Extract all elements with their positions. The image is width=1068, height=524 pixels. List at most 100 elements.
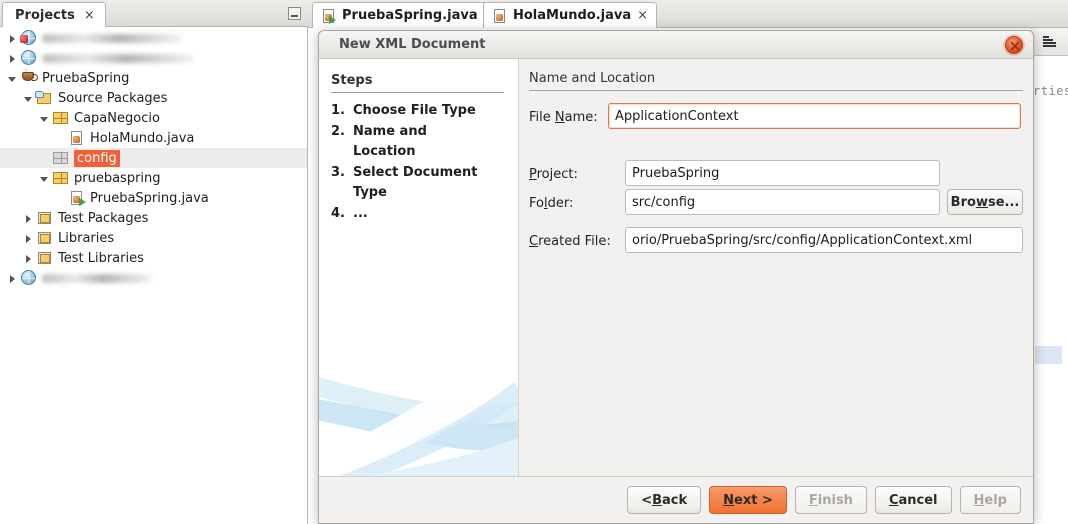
tree-item-hidden[interactable] [0, 268, 307, 288]
form-heading: Name and Location [529, 71, 656, 86]
tree-item-hidden[interactable] [0, 28, 307, 48]
button-mnemonic: B [652, 492, 663, 508]
step-label: Choose File Type [353, 103, 476, 118]
project-input[interactable]: PruebaSpring [625, 160, 940, 186]
editor-tab-holamundo[interactable]: HolaMundo.java × [483, 2, 658, 28]
properties-panel-title: rties [1033, 84, 1068, 98]
file-name-input[interactable]: ApplicationContext [608, 103, 1021, 129]
tree-item-libraries[interactable]: Libraries [0, 228, 307, 248]
created-file-label: Created File: [529, 234, 611, 249]
created-file-value: orio/PruebaSpring/src/config/Application… [632, 232, 973, 248]
chevron-right-icon[interactable] [22, 252, 35, 265]
package-icon [52, 110, 70, 126]
button-suffix: ack [662, 492, 688, 508]
browse-button[interactable]: Bro w se... [947, 189, 1023, 215]
tree-item-config[interactable]: config [0, 148, 307, 168]
chevron-right-icon[interactable] [6, 272, 19, 285]
dialog-button-row: < Back Next > Finish Cancel Help [627, 486, 1021, 514]
help-button: Help [959, 486, 1021, 514]
chevron-right-icon[interactable] [22, 212, 35, 225]
chevron-down-icon[interactable] [22, 92, 35, 105]
tree-item-test-libraries[interactable]: Test Libraries [0, 248, 307, 268]
form-divider [529, 90, 1023, 91]
test-libraries-icon [36, 250, 54, 266]
java-file-icon [491, 8, 507, 24]
tree-item-hidden[interactable] [0, 48, 307, 68]
button-mnemonic: N [723, 492, 735, 508]
dialog-body: Steps 1. Choose File Type 2. Name and Locat… [319, 59, 1033, 476]
globe-icon [20, 270, 38, 286]
editor-tab-pruebaspring[interactable]: PruebaSpring.java × [312, 2, 504, 28]
step-item: 2. Name and Location [331, 122, 510, 162]
folder-input[interactable]: src/config [625, 189, 940, 215]
steps-pane: Steps 1. Choose File Type 2. Name and Locat… [319, 59, 519, 476]
chevron-down-icon[interactable] [6, 72, 19, 85]
tree-item-label: Libraries [58, 230, 115, 246]
tree-item-label: Test Libraries [58, 250, 144, 266]
package-empty-icon [52, 150, 70, 166]
editor-tab-close-icon[interactable]: × [637, 8, 648, 23]
tree-item-label: pruebaspring [74, 170, 161, 186]
projects-panel: Projects × PruebaSpring Source Packages Ca… [0, 0, 308, 524]
step-number: 4. [331, 206, 345, 221]
screen: PruebaSpring.java × HolaMundo.java × rti… [0, 0, 1068, 524]
java-project-icon [20, 68, 38, 86]
created-file-input: orio/PruebaSpring/src/config/Application… [625, 227, 1023, 253]
button-mnemonic: H [973, 492, 985, 508]
globe-error-icon [20, 30, 38, 46]
java-file-icon [68, 130, 86, 146]
editor-tab-label: HolaMundo.java [513, 8, 632, 23]
tree-item-source-packages[interactable]: Source Packages [0, 88, 307, 108]
button-suffix: ancel [898, 492, 938, 508]
button-mnemonic: C [888, 492, 899, 508]
tree-item-capanegocio[interactable]: CapaNegocio [0, 108, 307, 128]
steps-divider [331, 92, 504, 93]
tree-item-label: PruebaSpring [42, 70, 130, 86]
redacted-project-name [42, 273, 152, 283]
tree-item-pruebaspring-java[interactable]: PruebaSpring.java [0, 188, 307, 208]
dialog-titlebar[interactable]: New XML Document [319, 31, 1033, 59]
chevron-right-icon[interactable] [6, 52, 19, 65]
back-button[interactable]: < Back [627, 486, 702, 514]
properties-panel: rties [1030, 28, 1068, 524]
dialog-footer: < Back Next > Finish Cancel Help [319, 476, 1033, 523]
properties-selected-row[interactable] [1035, 346, 1062, 364]
editor-tab-label: PruebaSpring.java [342, 8, 478, 23]
tree-item-test-packages[interactable]: Test Packages [0, 208, 307, 228]
project-tree[interactable]: PruebaSpring Source Packages CapaNegocio Ho… [0, 28, 307, 524]
chevron-down-icon[interactable] [38, 112, 51, 125]
dialog-title: New XML Document [339, 37, 486, 52]
java-main-file-icon [68, 190, 86, 206]
chevron-right-icon[interactable] [22, 232, 35, 245]
properties-icon [1043, 36, 1057, 47]
tree-item-label: CapaNegocio [74, 110, 160, 126]
chevron-down-icon[interactable] [38, 172, 51, 185]
cancel-button[interactable]: Cancel [874, 486, 952, 514]
tree-item-pruebaspring[interactable]: PruebaSpring [0, 68, 307, 88]
next-button[interactable]: Next > [709, 486, 787, 514]
button-suffix: inish [817, 492, 853, 508]
editor-tabbar: PruebaSpring.java × HolaMundo.java × [308, 0, 1068, 28]
step-number: 3. [331, 165, 345, 180]
tree-item-holamundo-java[interactable]: HolaMundo.java [0, 128, 307, 148]
tab-projects[interactable]: Projects × [2, 2, 106, 27]
close-icon[interactable] [1005, 36, 1023, 54]
button-suffix: ext > [734, 492, 773, 508]
source-packages-icon [35, 90, 54, 106]
file-name-value: ApplicationContext [615, 108, 739, 124]
properties-panel-header[interactable] [1031, 28, 1068, 56]
steps-list: 1. Choose File Type 2. Name and Location 3. S… [331, 101, 510, 225]
file-name-label: File Name: [529, 110, 598, 125]
chevron-right-icon[interactable] [6, 32, 19, 45]
step-item: 1. Choose File Type [331, 101, 510, 121]
tree-item-pruebaspring[interactable]: pruebaspring [0, 168, 307, 188]
redacted-project-name [42, 53, 194, 63]
minimize-icon[interactable] [288, 7, 301, 20]
step-label: ... [353, 206, 368, 221]
step-label: Name and Location [353, 124, 427, 159]
button-mnemonic: F [808, 492, 818, 508]
tab-projects-close-icon[interactable]: × [84, 9, 95, 22]
